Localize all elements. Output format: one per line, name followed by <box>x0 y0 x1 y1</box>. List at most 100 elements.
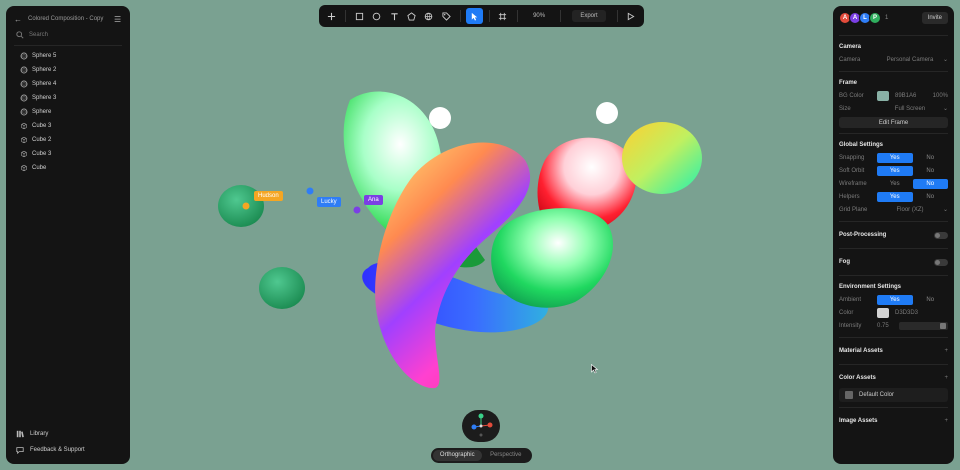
yes-no-segmented: Yes No <box>877 165 949 176</box>
layer-name: Cube <box>32 165 47 171</box>
mouse-cursor-icon <box>591 364 599 374</box>
play-icon <box>628 12 635 20</box>
divider <box>839 407 948 408</box>
layer-item[interactable]: Cube <box>6 161 130 175</box>
divider <box>839 364 948 365</box>
add-tool-button[interactable] <box>323 8 339 24</box>
env-color-swatch[interactable] <box>877 307 889 318</box>
search-icon <box>16 31 24 39</box>
yes-option[interactable]: Yes <box>877 165 913 176</box>
material-assets-row[interactable]: Material Assets + <box>833 343 954 359</box>
post-processing-toggle[interactable] <box>934 231 948 239</box>
image-assets-row[interactable]: Image Assets + <box>833 413 954 429</box>
chevron-down-icon: ⌄ <box>942 57 948 63</box>
select-tool-button[interactable] <box>466 8 483 24</box>
fog-title: Fog <box>839 259 850 265</box>
invite-button[interactable]: Invite <box>921 12 948 24</box>
project-header: ← Colored Composition - Copy ☰ <box>6 10 130 28</box>
bg-color-swatch[interactable] <box>877 90 889 101</box>
grid-plane-row[interactable]: Grid Plane Floor (XZ) ⌄ <box>833 203 954 216</box>
fog-row[interactable]: Fog <box>833 254 954 270</box>
yes-option[interactable]: Yes <box>877 179 913 189</box>
blob-green-right[interactable] <box>491 208 613 308</box>
yes-option[interactable]: Yes <box>877 191 913 202</box>
intensity-value[interactable]: 0.75 <box>877 323 889 329</box>
sphere-yellow-teal[interactable] <box>622 122 702 194</box>
ambient-yes-option[interactable]: Yes <box>877 294 913 305</box>
divider <box>14 45 122 46</box>
sphere-small-bottom[interactable] <box>259 267 305 309</box>
bg-opacity[interactable]: 100% <box>933 93 948 99</box>
bg-color-row[interactable]: BG Color 89B1A6 100% <box>833 89 954 102</box>
cube-tool-button[interactable] <box>351 8 367 24</box>
axis-gizmo[interactable] <box>462 410 500 442</box>
play-button[interactable] <box>623 8 639 24</box>
shape-icon <box>407 11 416 21</box>
feedback-link[interactable]: Feedback & Support <box>6 442 130 458</box>
sphere-white-right[interactable] <box>596 102 618 124</box>
sphere-icon <box>20 108 28 116</box>
setting-label: Helpers <box>839 193 860 200</box>
yes-option[interactable]: Yes <box>877 152 913 163</box>
add-material-icon[interactable]: + <box>944 348 948 354</box>
layer-item[interactable]: Sphere 4 <box>6 77 130 91</box>
size-select[interactable]: Full Screen ⌄ <box>877 105 948 113</box>
add-image-icon[interactable]: + <box>944 418 948 424</box>
add-color-icon[interactable]: + <box>944 375 948 381</box>
back-arrow-icon[interactable]: ← <box>14 15 22 24</box>
edit-frame-button[interactable]: Edit Frame <box>839 117 948 128</box>
intensity-label: Intensity <box>839 322 862 329</box>
project-title[interactable]: Colored Composition - Copy <box>28 16 114 22</box>
post-processing-row[interactable]: Post-Processing <box>833 227 954 243</box>
sphere-tool-button[interactable] <box>369 8 385 24</box>
intensity-slider[interactable] <box>898 321 948 330</box>
env-color-hex[interactable]: D3D3D3 <box>895 310 948 316</box>
camera-row[interactable]: Camera Personal Camera ⌄ <box>833 53 954 66</box>
avatar[interactable]: P <box>869 12 881 24</box>
perspective-option[interactable]: Perspective <box>482 450 531 461</box>
cursor-dot-ana <box>353 206 361 214</box>
object-tool-button[interactable] <box>421 8 437 24</box>
layer-name: Sphere 4 <box>32 81 57 87</box>
setting-label: Soft Orbit <box>839 167 865 174</box>
layer-name: Cube 2 <box>32 137 52 143</box>
ambient-no-option[interactable]: No <box>913 295 949 305</box>
slider-knob[interactable] <box>940 322 946 329</box>
layer-item[interactable]: Cube 2 <box>6 133 130 147</box>
sphere-white-left[interactable] <box>429 107 451 129</box>
layer-item[interactable]: Cube 3 <box>6 119 130 133</box>
export-button[interactable]: Export <box>572 10 606 22</box>
layer-item[interactable]: Sphere 2 <box>6 63 130 77</box>
cube-icon <box>21 164 27 172</box>
color-assets-row[interactable]: Color Assets + <box>833 370 954 386</box>
bg-color-hex[interactable]: 89B1A6 <box>895 93 933 99</box>
material-tool-button[interactable] <box>438 8 454 24</box>
no-option[interactable]: No <box>913 166 949 176</box>
layer-item[interactable]: Sphere 5 <box>6 49 130 63</box>
no-option[interactable]: No <box>913 153 949 163</box>
search-input[interactable]: Search <box>6 28 130 42</box>
grid-plane-select[interactable]: Floor (XZ) ⌄ <box>877 206 948 214</box>
viewport-canvas[interactable] <box>0 0 960 470</box>
fog-toggle[interactable] <box>934 258 948 266</box>
collaborators-bar: A A L P 1 Invite <box>833 6 954 30</box>
zoom-level[interactable]: 90% <box>523 13 556 19</box>
cube-icon <box>21 150 27 158</box>
default-color-item[interactable]: Default Color <box>839 388 948 402</box>
properties-panel: A A L P 1 Invite Camera Camera Personal … <box>833 6 954 464</box>
no-option[interactable]: No <box>913 192 949 202</box>
shape-tool-button[interactable] <box>403 8 419 24</box>
layer-item[interactable]: Cube 3 <box>6 147 130 161</box>
size-row[interactable]: Size Full Screen ⌄ <box>833 102 954 115</box>
camera-select[interactable]: Personal Camera ⌄ <box>877 56 948 64</box>
frame-tool-button[interactable] <box>494 8 510 24</box>
ambient-label: Ambient <box>839 296 862 303</box>
env-color-row[interactable]: Color D3D3D3 <box>833 306 954 319</box>
library-link[interactable]: Library <box>6 426 130 442</box>
layer-item[interactable]: Sphere <box>6 105 130 119</box>
no-option[interactable]: No <box>912 178 948 189</box>
orthographic-option[interactable]: Orthographic <box>433 450 482 461</box>
text-tool-button[interactable] <box>386 8 402 24</box>
menu-icon[interactable]: ☰ <box>114 15 122 24</box>
layer-item[interactable]: Sphere 3 <box>6 91 130 105</box>
